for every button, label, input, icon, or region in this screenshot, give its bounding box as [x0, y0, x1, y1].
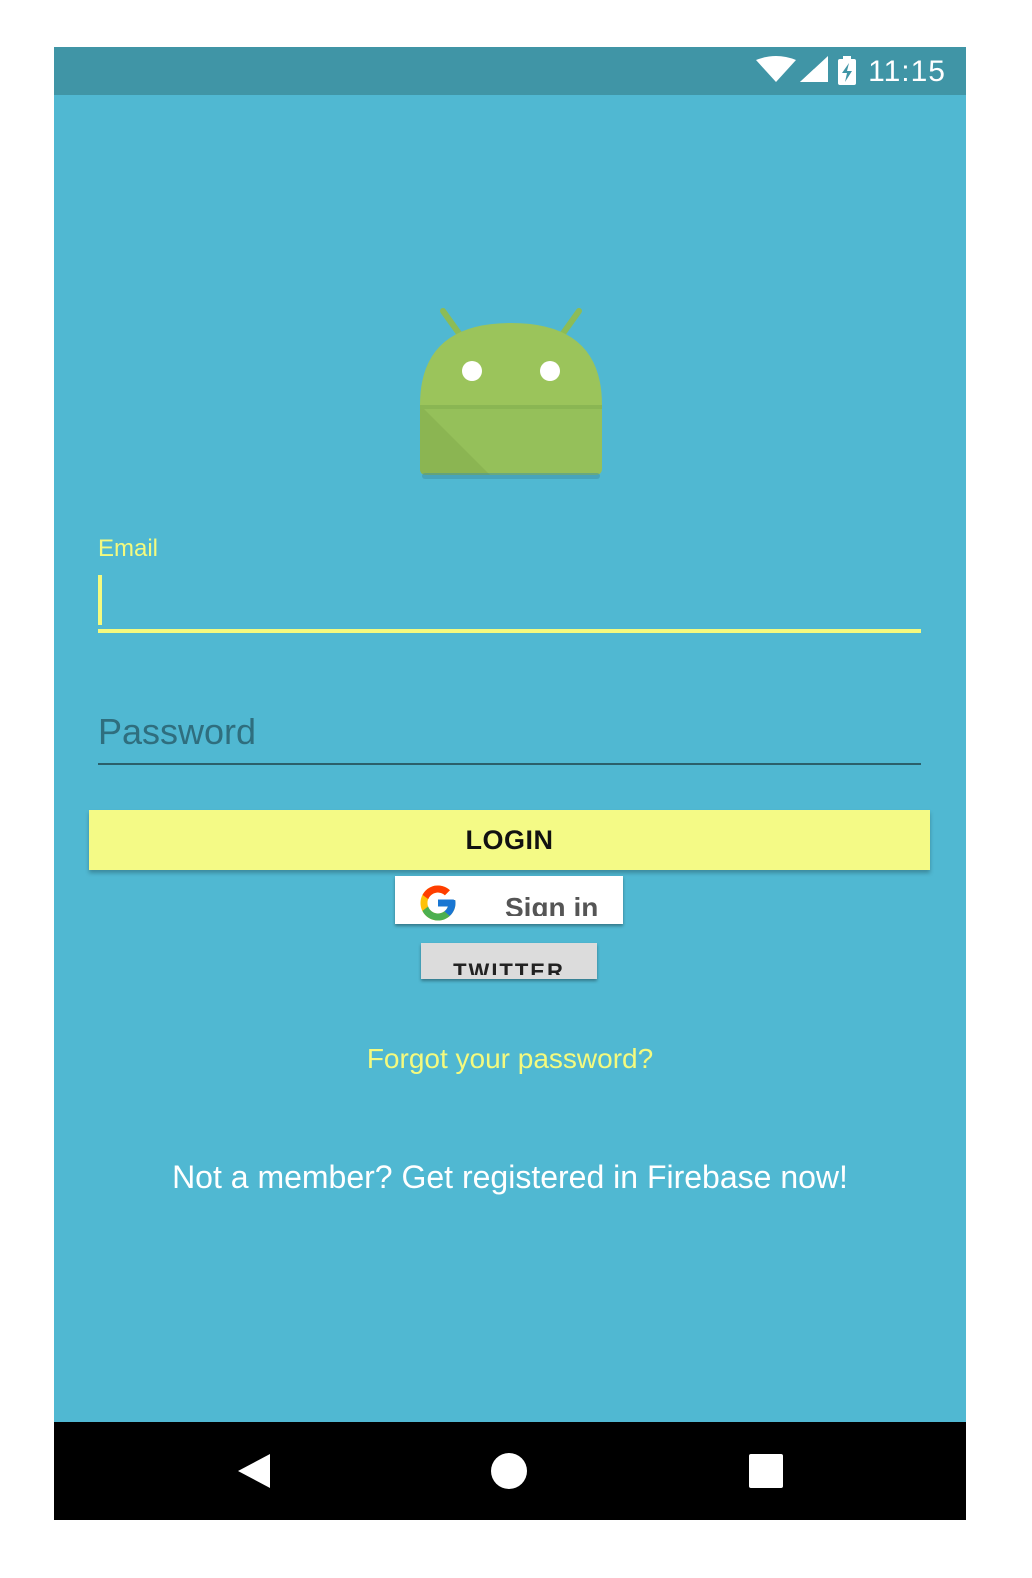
home-icon[interactable] — [484, 1446, 534, 1496]
email-field[interactable] — [98, 575, 921, 633]
forgot-password-link[interactable]: Forgot your password? — [54, 1043, 966, 1075]
twitter-button-label: TWITTER — [453, 959, 565, 975]
recents-icon[interactable] — [741, 1446, 791, 1496]
back-icon[interactable] — [230, 1446, 280, 1496]
email-underline — [98, 629, 921, 633]
text-cursor — [98, 575, 102, 625]
status-bar: 11:15 — [54, 47, 966, 95]
email-label: Email — [98, 535, 159, 562]
android-robot-logo — [420, 308, 602, 479]
cell-signal-icon — [800, 56, 828, 82]
twitter-button[interactable]: TWITTER — [421, 943, 597, 979]
status-time: 11:15 — [868, 55, 946, 88]
password-underline — [98, 763, 921, 765]
phone-screen: 11:15 Email Password LOGIN Sign in TWITT… — [54, 47, 966, 1520]
status-icons — [756, 56, 856, 85]
navigation-bar — [54, 1422, 966, 1520]
password-field[interactable]: Password — [98, 707, 921, 765]
battery-charging-icon — [838, 56, 856, 85]
google-sign-in-label: Sign in — [505, 892, 599, 916]
register-link[interactable]: Not a member? Get registered in Firebase… — [54, 1159, 966, 1196]
login-button[interactable]: LOGIN — [89, 810, 930, 870]
google-g-icon — [420, 885, 456, 921]
password-placeholder: Password — [98, 711, 257, 752]
google-sign-in-button[interactable]: Sign in — [395, 876, 623, 924]
wifi-icon — [756, 56, 796, 82]
